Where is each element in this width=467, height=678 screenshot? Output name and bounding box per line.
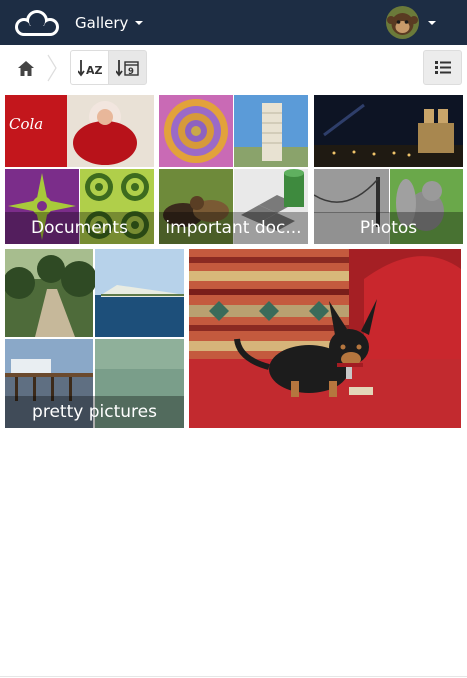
user-menu-toggle[interactable] [386, 6, 436, 39]
sort-date-icon: 9 [115, 59, 139, 77]
album-tile[interactable]: Cola Documents [5, 95, 154, 244]
album-tile[interactable]: important doc... [159, 95, 308, 244]
svg-text:Cola: Cola [9, 115, 43, 133]
sort-alpha-icon: AZ [77, 59, 102, 77]
sort-controls: AZ 9 [70, 50, 149, 85]
list-view-icon [434, 61, 451, 74]
album-name: Documents [5, 212, 154, 244]
sort-by-date-button[interactable]: 9 [108, 50, 147, 85]
view-toggle-button[interactable] [423, 50, 462, 85]
divider [0, 676, 467, 677]
album-tile[interactable]: Photos [314, 95, 463, 244]
controls-bar: AZ 9 [0, 45, 467, 91]
album-name: Photos [314, 212, 463, 244]
photo-tile[interactable] [189, 249, 461, 428]
breadcrumb-separator [46, 54, 58, 82]
app-name: Gallery [75, 14, 129, 32]
gallery-grid: Cola Documents important doc... Photos p… [0, 91, 467, 678]
caret-down-icon [135, 21, 144, 25]
owncloud-logo-icon[interactable] [10, 8, 64, 38]
photo-thumbnail [189, 249, 461, 428]
home-icon[interactable] [12, 55, 40, 81]
album-name: important doc... [159, 212, 308, 244]
avatar [386, 6, 419, 39]
svg-text:AZ: AZ [86, 64, 102, 77]
sort-by-name-button[interactable]: AZ [70, 50, 109, 85]
caret-down-icon [428, 20, 436, 25]
album-tile[interactable]: pretty pictures [5, 249, 184, 428]
app-menu-toggle[interactable]: Gallery [75, 12, 144, 34]
album-name: pretty pictures [5, 396, 184, 428]
svg-text:9: 9 [128, 67, 134, 77]
top-header: Gallery [0, 0, 467, 45]
